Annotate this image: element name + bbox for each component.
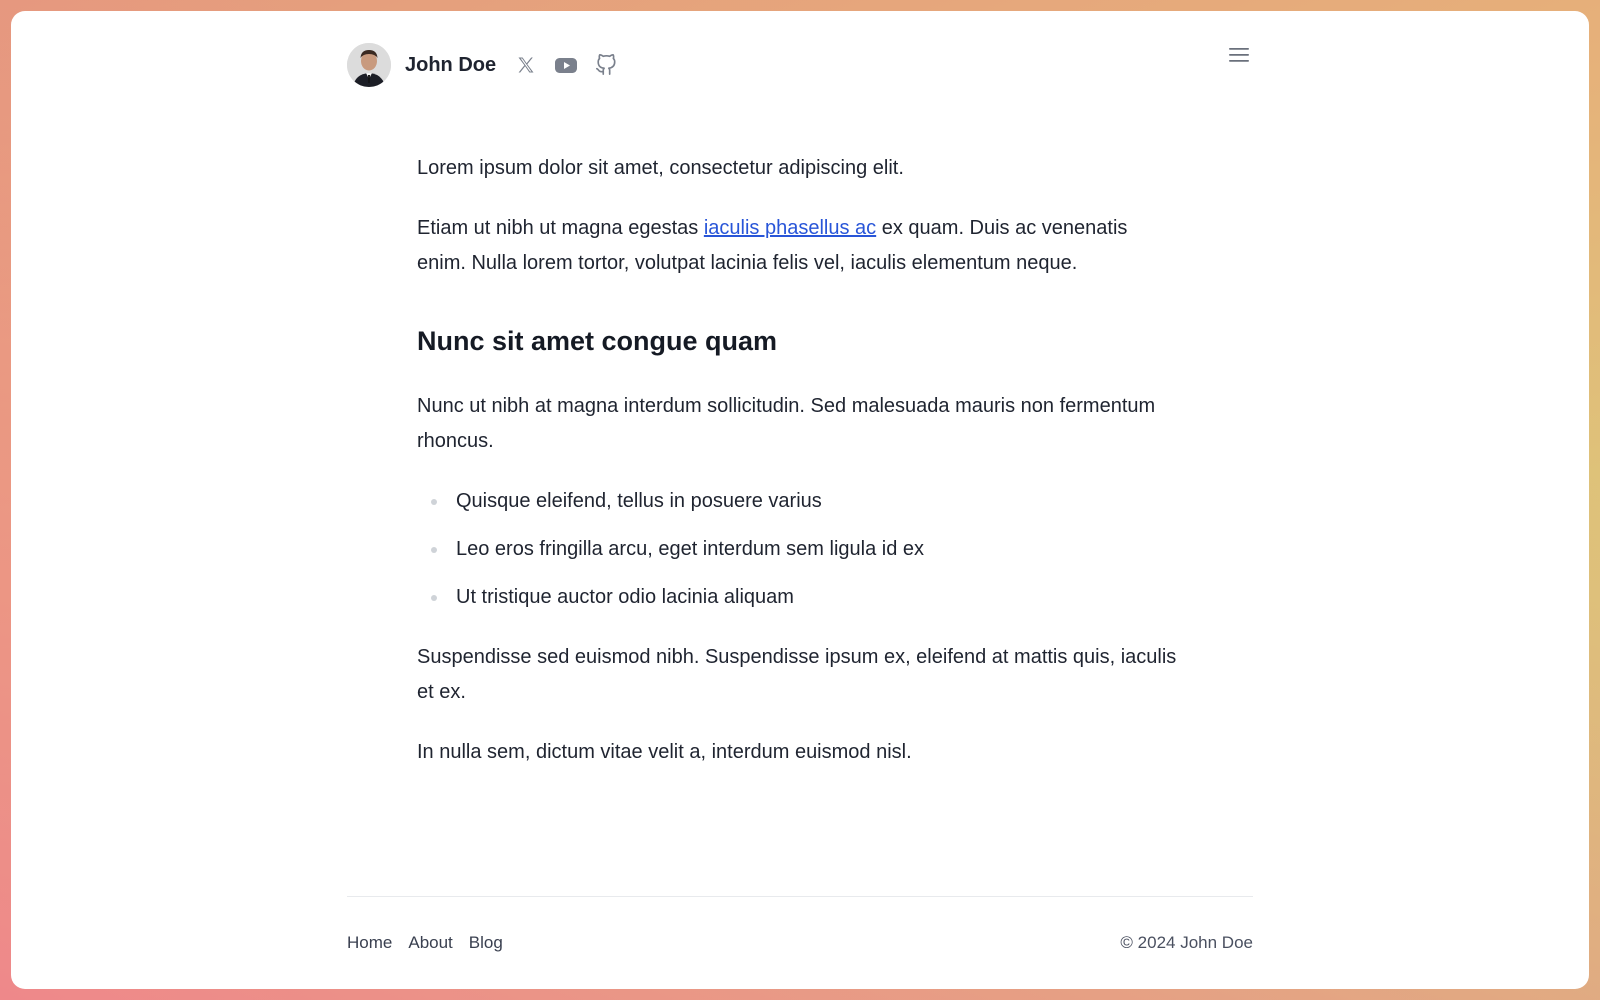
list-item-text: Quisque eleifend, tellus in posuere vari… — [456, 490, 822, 512]
paragraph-body: Suspendisse sed euismod nibh. Suspendiss… — [417, 646, 1177, 703]
site-owner-name[interactable]: John Doe — [405, 54, 496, 77]
paragraph-with-link: Etiam ut nibh ut magna egestas iaculis p… — [417, 211, 1177, 281]
inline-link[interactable]: iaculis phasellus ac — [704, 217, 876, 239]
paragraph-closing: In nulla sem, dictum vitae velit a, inte… — [417, 741, 912, 763]
hamburger-menu-icon[interactable] — [1225, 41, 1253, 69]
site-header: John Doe — [347, 37, 1253, 93]
section-heading: Nunc sit amet congue quam — [417, 326, 778, 356]
list-item: Leo eros fringilla arcu, eget interdum s… — [417, 532, 1177, 567]
footer-divider — [347, 896, 1253, 897]
list-item-text: Leo eros fringilla arcu, eget interdum s… — [456, 538, 925, 560]
x-twitter-icon[interactable] — [514, 53, 538, 77]
site-footer: Home About Blog © 2024 John Doe — [347, 930, 1253, 956]
paragraph-section: Nunc ut nibh at magna interdum sollicitu… — [417, 395, 1156, 452]
browser-page: John Doe Lorem ipsum dolor sit amet, con… — [11, 11, 1589, 989]
bullet-icon — [431, 595, 437, 601]
footer-link-about[interactable]: About — [408, 933, 452, 953]
footer-link-home[interactable]: Home — [347, 933, 392, 953]
footer-nav: Home About Blog — [347, 933, 503, 953]
list-item-text: Ut tristique auctor odio lacinia aliquam — [456, 586, 794, 608]
youtube-icon[interactable] — [554, 53, 578, 77]
bullet-icon — [431, 547, 437, 553]
paragraph-intro: Lorem ipsum dolor sit amet, consectetur … — [417, 157, 904, 179]
paragraph-text: Etiam ut nibh ut magna egestas — [417, 217, 704, 239]
list-item: Quisque eleifend, tellus in posuere vari… — [417, 484, 1177, 519]
footer-link-blog[interactable]: Blog — [469, 933, 503, 953]
list-item: Ut tristique auctor odio lacinia aliquam — [417, 580, 1177, 615]
article-content: Lorem ipsum dolor sit amet, consectetur … — [417, 151, 1177, 795]
copyright-text: © 2024 John Doe — [1120, 933, 1253, 952]
bullet-icon — [431, 499, 437, 505]
avatar[interactable] — [347, 43, 391, 87]
avatar-portrait-icon — [347, 43, 391, 87]
social-links — [514, 53, 618, 77]
github-icon[interactable] — [594, 53, 618, 77]
bullet-list: Quisque eleifend, tellus in posuere vari… — [417, 484, 1177, 615]
